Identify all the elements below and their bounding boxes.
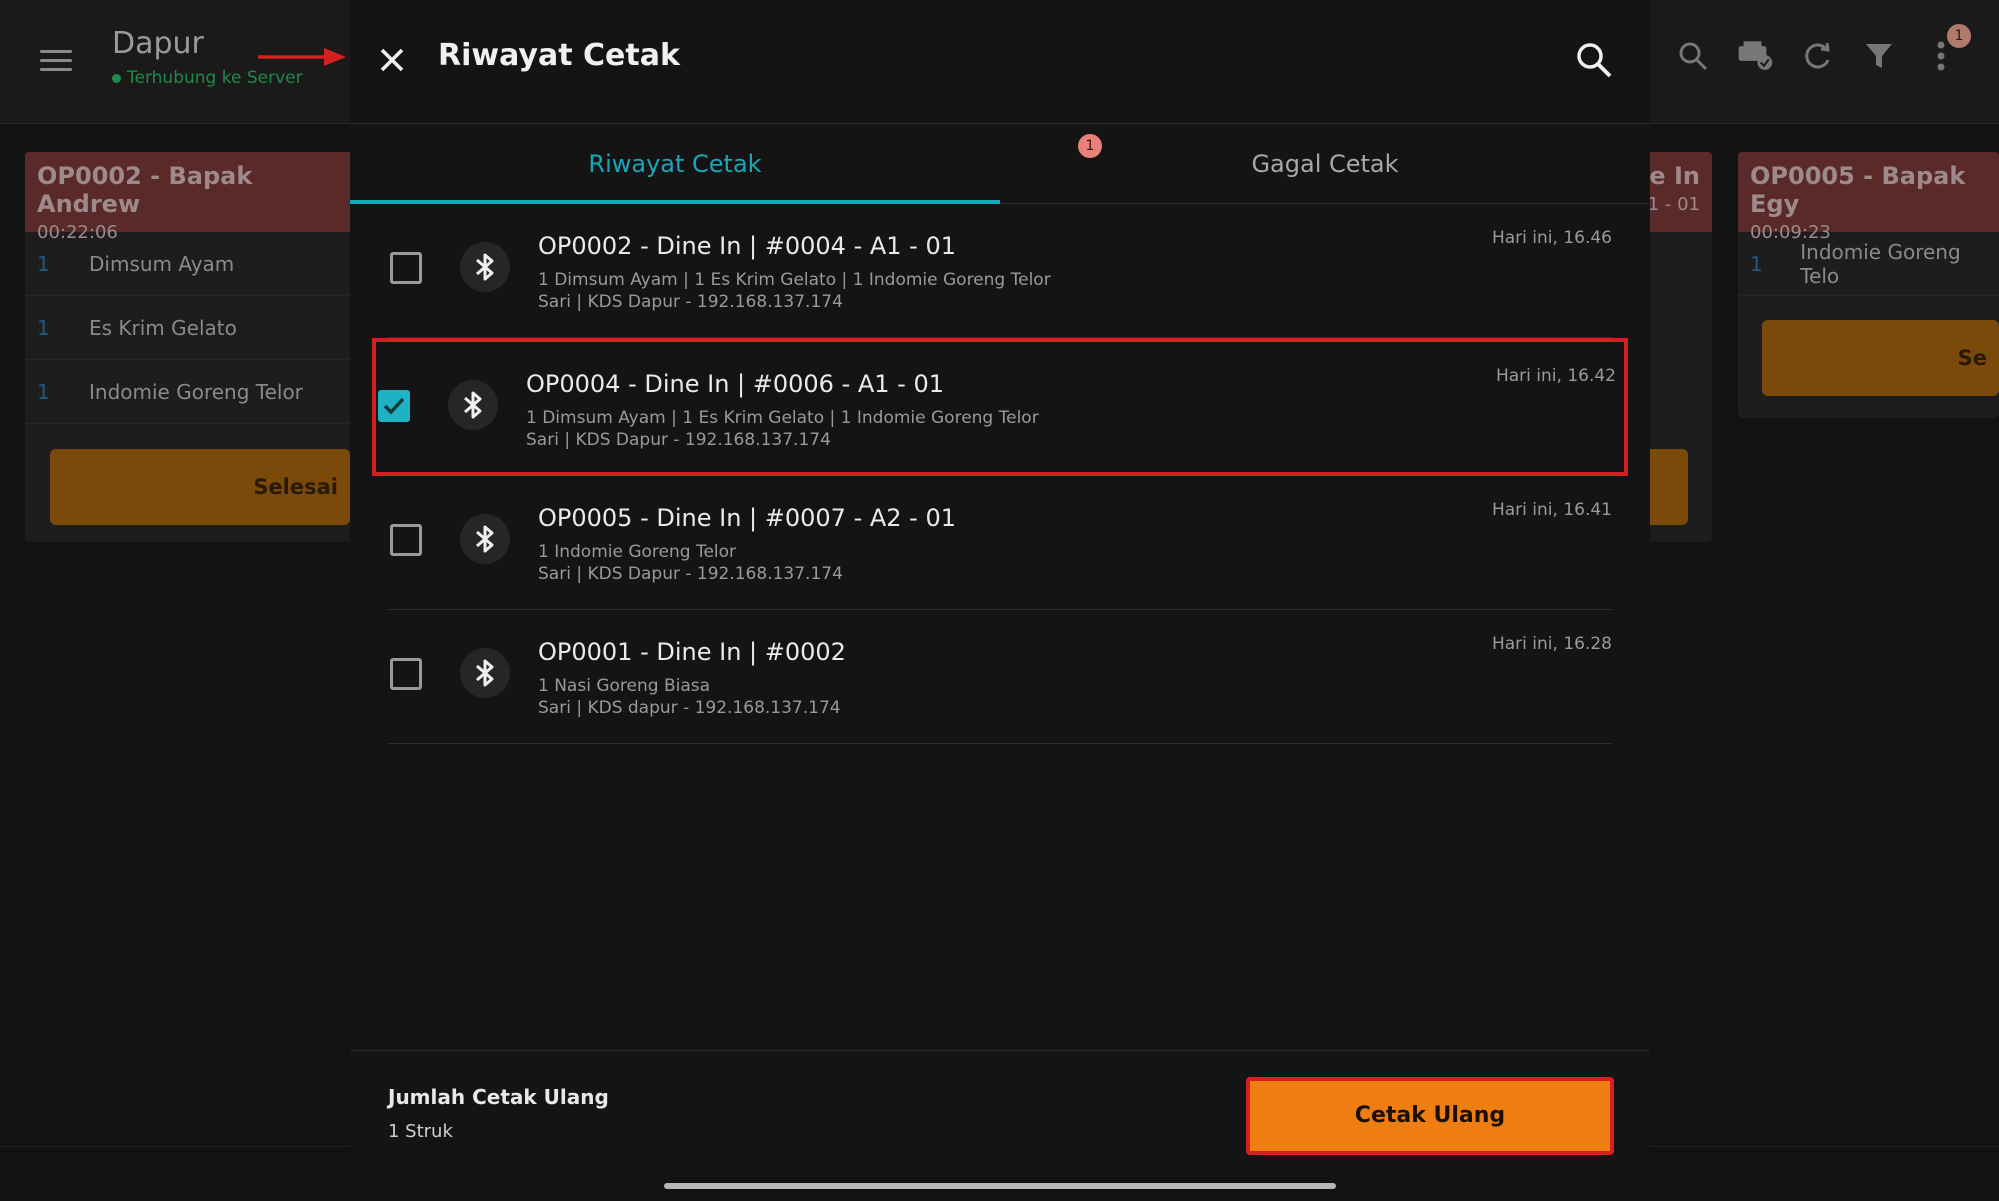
- entry-source: Sari | KDS Dapur - 192.168.137.174: [538, 292, 843, 312]
- filter-icon[interactable]: [1861, 38, 1897, 74]
- select-checkbox[interactable]: [390, 524, 422, 556]
- bluetooth-icon: [448, 380, 498, 430]
- order-name: OP0005 - Bapak Egy: [1750, 162, 1966, 218]
- tab-print-history[interactable]: Riwayat Cetak: [350, 124, 1000, 204]
- reprint-count-label: Jumlah Cetak Ulang: [388, 1085, 609, 1109]
- list-item[interactable]: OP0001 - Dine In | #0002 1 Nasi Goreng B…: [388, 610, 1612, 744]
- order-card-header: OP0005 - Bapak Egy 00:09:23: [1738, 152, 1999, 243]
- entry-time: Hari ini, 16.41: [1491, 500, 1612, 520]
- connection-status-text: Terhubung ke Server: [127, 68, 303, 88]
- close-icon[interactable]: [372, 40, 412, 80]
- failed-count-badge: 1: [1078, 134, 1102, 158]
- order-card-header: OP0002 - Bapak Andrew 00:22:06: [25, 152, 355, 243]
- bluetooth-icon: [460, 514, 510, 564]
- notification-badge: 1: [1947, 24, 1971, 48]
- done-button[interactable]: Selesai: [50, 449, 350, 525]
- bluetooth-icon: [460, 242, 510, 292]
- order-item: 1 Indomie Goreng Telor: [25, 360, 355, 424]
- select-checkbox[interactable]: [378, 390, 410, 422]
- entry-items: 1 Dimsum Ayam | 1 Es Krim Gelato | 1 Ind…: [526, 408, 1039, 428]
- dialog-header: Riwayat Cetak: [350, 0, 1650, 124]
- print-history-dialog: Riwayat Cetak Riwayat Cetak Gagal Cetak …: [350, 0, 1650, 1176]
- bluetooth-icon: [460, 648, 510, 698]
- reprint-count-value: 1 Struk: [388, 1121, 453, 1142]
- order-item: 1 Es Krim Gelato: [25, 296, 355, 360]
- search-icon[interactable]: [1574, 40, 1614, 80]
- refresh-icon[interactable]: [1799, 38, 1835, 74]
- select-checkbox[interactable]: [390, 252, 422, 284]
- tab-bar: Riwayat Cetak Gagal Cetak 1: [350, 124, 1650, 204]
- check-icon: [383, 397, 405, 415]
- entry-source: Sari | KDS Dapur - 192.168.137.174: [538, 564, 843, 584]
- order-name: OP0002 - Bapak Andrew: [37, 162, 253, 218]
- entry-items: 1 Dimsum Ayam | 1 Es Krim Gelato | 1 Ind…: [538, 270, 1051, 290]
- list-item[interactable]: OP0002 - Dine In | #0004 - A1 - 01 1 Dim…: [388, 204, 1612, 338]
- entry-items: 1 Indomie Goreng Telor: [538, 542, 737, 562]
- print-history-list: OP0002 - Dine In | #0004 - A1 - 01 1 Dim…: [350, 204, 1650, 744]
- list-item[interactable]: OP0005 - Dine In | #0007 - A2 - 01 1 Ind…: [388, 476, 1612, 610]
- dialog-footer: Jumlah Cetak Ulang 1 Struk Cetak Ulang: [350, 1050, 1650, 1176]
- list-item-selected[interactable]: OP0004 - Dine In | #0006 - A1 - 01 1 Dim…: [372, 338, 1628, 476]
- entry-time: Hari ini, 16.28: [1491, 634, 1612, 654]
- search-icon[interactable]: [1675, 38, 1711, 74]
- app-title: Dapur: [112, 26, 204, 61]
- status-dot-icon: [112, 73, 121, 83]
- entry-items: 1 Nasi Goreng Biasa: [538, 676, 711, 696]
- entry-time: Hari ini, 16.42: [1495, 366, 1616, 386]
- entry-title: OP0004 - Dine In | #0006 - A1 - 01: [526, 370, 944, 398]
- entry-title: OP0001 - Dine In | #0002: [538, 638, 846, 666]
- toolbar: [1675, 38, 1959, 74]
- printer-check-icon[interactable]: [1737, 38, 1773, 74]
- entry-title: OP0002 - Dine In | #0004 - A1 - 01: [538, 232, 956, 260]
- entry-source: Sari | KDS Dapur - 192.168.137.174: [526, 430, 831, 450]
- gesture-handle[interactable]: [664, 1183, 1336, 1189]
- dialog-title: Riwayat Cetak: [438, 38, 680, 73]
- entry-title: OP0005 - Dine In | #0007 - A2 - 01: [538, 504, 956, 532]
- done-button[interactable]: Se: [1762, 320, 1999, 396]
- connection-status: Terhubung ke Server: [112, 68, 303, 88]
- entry-source: Sari | KDS dapur - 192.168.137.174: [538, 698, 841, 718]
- menu-icon[interactable]: [40, 50, 72, 72]
- annotation-arrow-icon: [258, 48, 346, 66]
- entry-time: Hari ini, 16.46: [1491, 228, 1612, 248]
- reprint-button[interactable]: Cetak Ulang: [1246, 1077, 1614, 1155]
- select-checkbox[interactable]: [390, 658, 422, 690]
